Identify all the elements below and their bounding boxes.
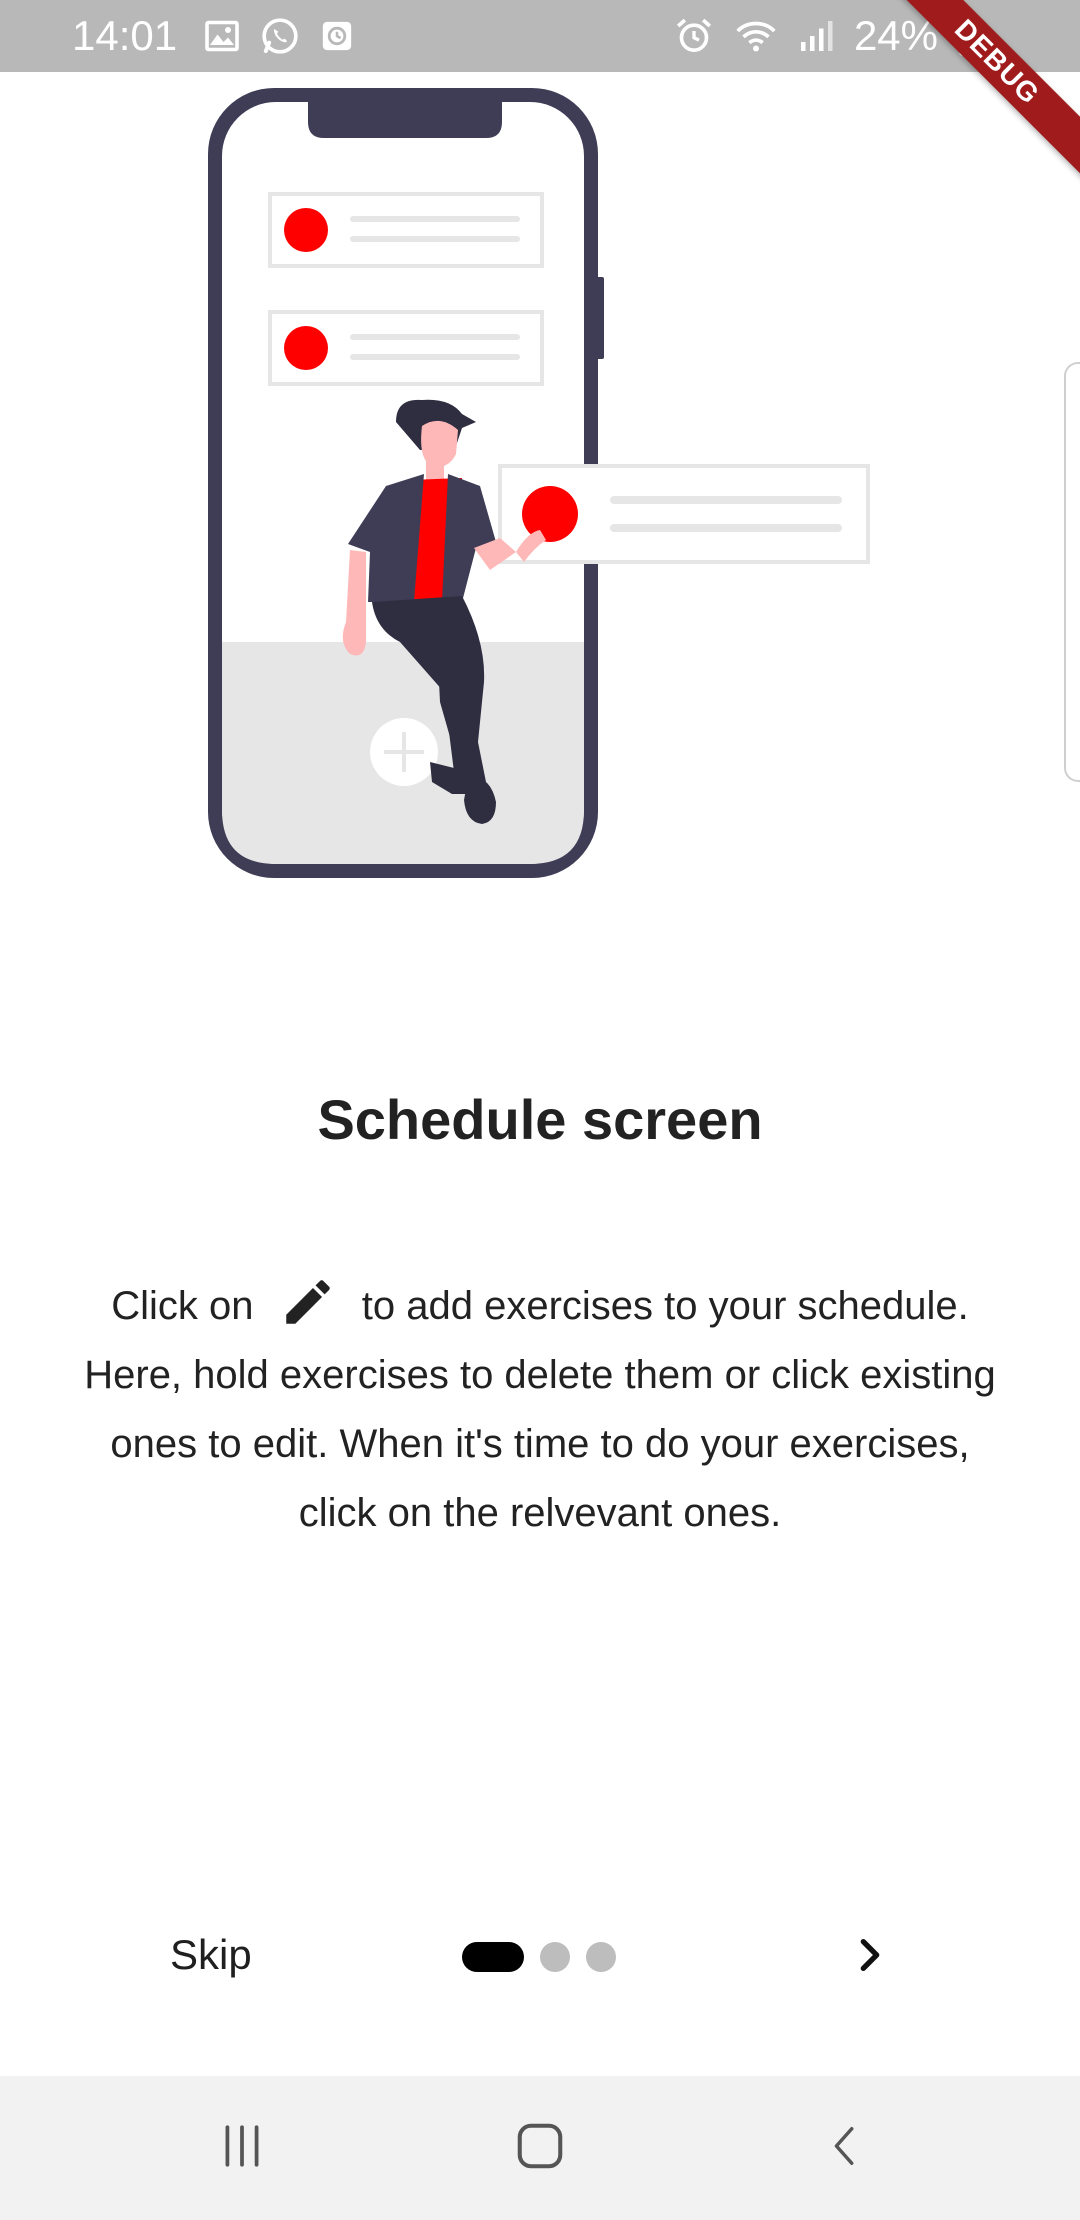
description-part-1: Click on [111, 1284, 254, 1328]
system-navigation-bar [0, 2076, 1080, 2220]
page-title: Schedule screen [317, 1088, 763, 1151]
whatsapp-icon [262, 18, 298, 54]
status-time: 14:01 [72, 12, 178, 59]
alarm-icon [676, 18, 711, 53]
pencil-icon [285, 1280, 330, 1324]
page-dot-3[interactable] [586, 1942, 616, 1972]
status-notification-icons [204, 16, 354, 56]
schedule-card-2 [268, 310, 544, 386]
next-button[interactable] [840, 1925, 900, 1985]
home-button[interactable] [490, 2096, 590, 2196]
page-indicator [462, 1942, 616, 1972]
wifi-icon [736, 21, 776, 52]
phone-person-illustration [208, 88, 870, 878]
back-icon [834, 2127, 854, 2165]
phone-notch [308, 88, 502, 138]
signal-icon [800, 21, 833, 51]
chevron-right-icon [860, 1939, 880, 1971]
phone-side-button [596, 277, 604, 359]
clock-app-icon [322, 21, 352, 51]
back-button[interactable] [796, 2096, 896, 2196]
onboarding-illustration [200, 82, 880, 882]
status-bar: 14:01 24% DEBUG [0, 0, 1080, 179]
recent-apps-button[interactable] [192, 2096, 292, 2196]
image-icon [205, 20, 239, 52]
schedule-card-1 [268, 192, 544, 268]
page-dot-2[interactable] [540, 1942, 570, 1972]
recent-apps-icon [225, 2125, 259, 2167]
page-dot-1-active[interactable] [462, 1942, 524, 1972]
home-icon [517, 2123, 563, 2169]
schedule-card-popout [498, 464, 870, 564]
page-description: Click on to add exercises to your schedu… [80, 1272, 1000, 1548]
skip-button[interactable]: Skip [140, 1925, 282, 1985]
edge-panel-handle[interactable] [1064, 362, 1080, 782]
battery-percent: 24% [853, 12, 938, 59]
